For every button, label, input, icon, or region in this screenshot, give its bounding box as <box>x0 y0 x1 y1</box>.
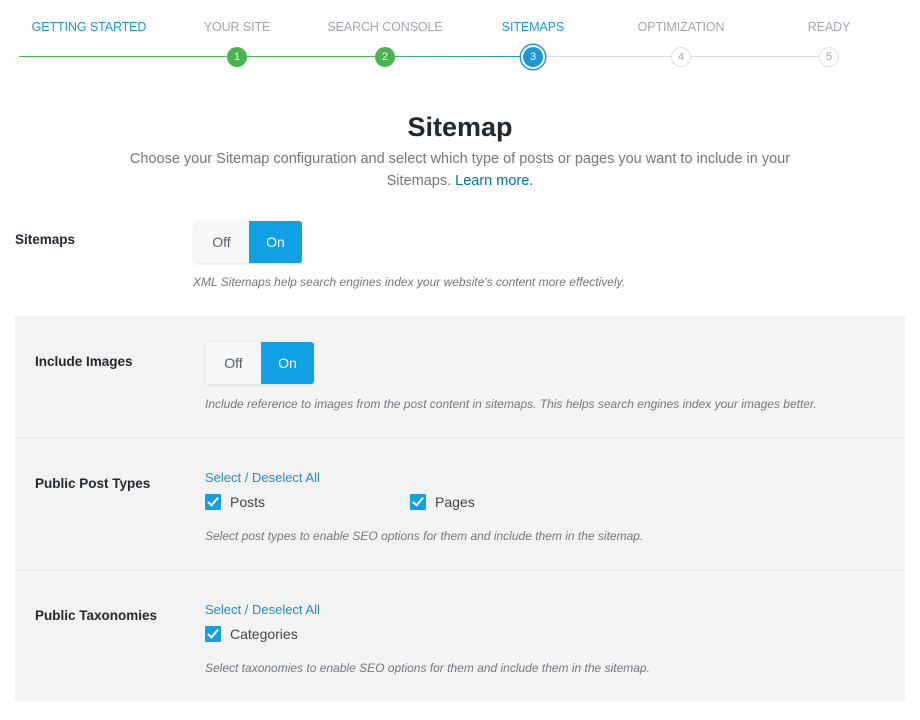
step-3-indicator[interactable]: 3 <box>523 47 543 67</box>
step-ready: Ready <box>807 20 851 34</box>
taxonomies-label: Public Taxonomies <box>35 608 158 623</box>
post-types-description: Select post types to enable SEO options … <box>205 529 644 543</box>
sitemaps-on-option[interactable]: On <box>249 221 302 263</box>
setup-wizard-steps: Getting Started Your Site 1 Search Conso… <box>0 0 920 80</box>
include-images-description: Include reference to images from the pos… <box>205 397 817 411</box>
row-divider <box>15 569 905 571</box>
page-intro: Choose your Sitemap configuration and se… <box>100 148 820 192</box>
categories-checkbox-label: Categories <box>230 626 298 642</box>
step-2-indicator[interactable]: 2 <box>375 47 395 67</box>
checkbox-checked-icon[interactable] <box>205 626 221 642</box>
categories-checkbox[interactable]: Categories <box>205 626 298 642</box>
page-title: Sitemap <box>407 112 513 142</box>
posts-checkbox[interactable]: Posts <box>205 494 265 510</box>
step-optimization: Optimization <box>637 20 725 34</box>
row-divider <box>15 437 905 439</box>
step-sitemaps[interactable]: Sitemaps <box>502 20 565 34</box>
sitemaps-off-option[interactable]: Off <box>194 221 249 263</box>
step-your-site[interactable]: Your Site <box>204 20 271 34</box>
checkbox-checked-icon[interactable] <box>410 494 426 510</box>
include-images-on-option[interactable]: On <box>261 342 314 384</box>
include-images-label: Include Images <box>35 354 133 369</box>
post-types-label: Public Post Types <box>35 476 151 491</box>
posts-checkbox-label: Posts <box>230 494 266 510</box>
pages-checkbox-label: Pages <box>435 494 475 510</box>
progress-track-complete <box>19 56 385 57</box>
include-images-toggle[interactable]: Off On <box>206 342 314 384</box>
step-search-console[interactable]: Search Console <box>327 20 442 34</box>
taxonomies-description: Select taxonomies to enable SEO options … <box>205 661 650 675</box>
sitemaps-description: XML Sitemaps help search engines index y… <box>193 275 626 289</box>
post-types-select-all-link[interactable]: Select / Deselect All <box>205 470 320 485</box>
pages-checkbox[interactable]: Pages <box>410 494 475 510</box>
learn-more-link[interactable]: Learn more. <box>455 173 533 189</box>
step-getting-started[interactable]: Getting Started <box>32 20 147 34</box>
step-5-indicator: 5 <box>819 47 839 67</box>
taxonomies-select-all-link[interactable]: Select / Deselect All <box>205 602 320 617</box>
include-images-off-option[interactable]: Off <box>206 342 261 384</box>
sitemaps-label: Sitemaps <box>15 232 76 247</box>
sitemaps-toggle[interactable]: Off On <box>194 221 302 263</box>
checkbox-checked-icon[interactable] <box>205 494 221 510</box>
step-1-indicator[interactable]: 1 <box>227 47 247 67</box>
step-4-indicator: 4 <box>671 47 691 67</box>
progress-track-current <box>385 56 533 57</box>
